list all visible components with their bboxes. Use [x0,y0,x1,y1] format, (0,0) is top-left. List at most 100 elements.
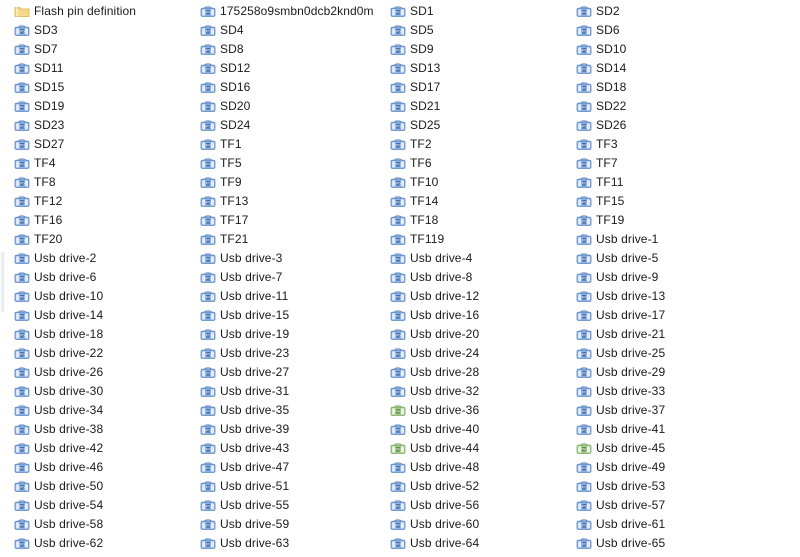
file-item[interactable]: JPG TF21 [190,230,380,249]
file-item[interactable]: JPG SD22 [568,97,800,116]
file-item[interactable]: JPG Usb drive-20 [380,325,568,344]
file-item[interactable]: JPG Usb drive-8 [380,268,568,287]
file-item[interactable]: JPG Usb drive-24 [380,344,568,363]
file-item[interactable]: JPG Usb drive-59 [190,515,380,534]
file-item[interactable]: JPG Usb drive-46 [0,458,190,477]
file-item[interactable]: JPG Usb drive-4 [380,249,568,268]
file-item[interactable]: JPG Usb drive-3 [190,249,380,268]
file-item[interactable]: JPG SD1 [380,2,568,21]
file-item[interactable]: JPG Usb drive-42 [0,439,190,458]
file-item[interactable]: JPG TF10 [380,173,568,192]
file-item[interactable]: JPG Usb drive-35 [190,401,380,420]
file-item[interactable]: JPG TF4 [0,154,190,173]
file-item[interactable]: JPG TF12 [0,192,190,211]
file-item[interactable]: JPG Usb drive-25 [568,344,800,363]
file-item[interactable]: JPG TF6 [380,154,568,173]
file-item[interactable]: JPG TF19 [568,211,800,230]
file-item[interactable]: JPG Usb drive-26 [0,363,190,382]
file-item[interactable]: JPG Usb drive-64 [380,534,568,553]
file-item[interactable]: JPG Usb drive-7 [190,268,380,287]
file-item[interactable]: JPG SD19 [0,97,190,116]
file-item[interactable]: JPG Usb drive-27 [190,363,380,382]
file-item[interactable]: JPG SD4 [190,21,380,40]
file-item[interactable]: JPG SD8 [190,40,380,59]
file-item[interactable]: JPG SD24 [190,116,380,135]
file-item[interactable]: PNG Usb drive-36 [380,401,568,420]
file-item[interactable]: JPG Usb drive-55 [190,496,380,515]
file-item[interactable]: PNG Usb drive-44 [380,439,568,458]
file-item[interactable]: JPG Usb drive-58 [0,515,190,534]
file-item[interactable]: JPG 175258o9smbn0dcb2knd0m [190,2,380,21]
file-item[interactable]: JPG TF8 [0,173,190,192]
file-item[interactable]: JPG SD26 [568,116,800,135]
file-item[interactable]: JPG TF3 [568,135,800,154]
file-item[interactable]: JPG SD3 [0,21,190,40]
file-item[interactable]: JPG Usb drive-53 [568,477,800,496]
file-item[interactable]: JPG TF13 [190,192,380,211]
file-item[interactable]: JPG TF2 [380,135,568,154]
file-item[interactable]: JPG Usb drive-43 [190,439,380,458]
file-item[interactable]: JPG SD11 [0,59,190,78]
file-item[interactable]: JPG SD27 [0,135,190,154]
file-item[interactable]: JPG SD5 [380,21,568,40]
file-item[interactable]: JPG Usb drive-61 [568,515,800,534]
file-item[interactable]: JPG SD7 [0,40,190,59]
file-item[interactable]: JPG Usb drive-57 [568,496,800,515]
file-item[interactable]: JPG SD17 [380,78,568,97]
file-item[interactable]: JPG TF17 [190,211,380,230]
file-item[interactable]: JPG Usb drive-48 [380,458,568,477]
file-item[interactable]: JPG SD6 [568,21,800,40]
file-item[interactable]: JPG SD10 [568,40,800,59]
file-item[interactable]: JPG Usb drive-15 [190,306,380,325]
file-item[interactable]: JPG TF5 [190,154,380,173]
folder-item[interactable]: Flash pin definition [0,2,190,21]
file-item[interactable]: JPG SD12 [190,59,380,78]
file-item[interactable]: JPG SD25 [380,116,568,135]
file-item[interactable]: JPG SD13 [380,59,568,78]
file-item[interactable]: JPG TF1 [190,135,380,154]
file-item[interactable]: JPG Usb drive-37 [568,401,800,420]
file-item[interactable]: JPG SD23 [0,116,190,135]
file-item[interactable]: JPG Usb drive-51 [190,477,380,496]
file-item[interactable]: JPG Usb drive-33 [568,382,800,401]
file-item[interactable]: JPG TF7 [568,154,800,173]
file-item[interactable]: JPG SD2 [568,2,800,21]
file-item[interactable]: JPG Usb drive-38 [0,420,190,439]
file-item[interactable]: JPG Usb drive-14 [0,306,190,325]
file-item[interactable]: JPG Usb drive-49 [568,458,800,477]
file-item[interactable]: JPG Usb drive-16 [380,306,568,325]
file-item[interactable]: JPG Usb drive-56 [380,496,568,515]
file-item[interactable]: JPG Usb drive-40 [380,420,568,439]
file-item[interactable]: JPG TF18 [380,211,568,230]
file-item[interactable]: JPG TF16 [0,211,190,230]
file-item[interactable]: JPG Usb drive-11 [190,287,380,306]
file-item[interactable]: JPG TF15 [568,192,800,211]
file-item[interactable]: JPG SD20 [190,97,380,116]
file-item[interactable]: JPG Usb drive-47 [190,458,380,477]
file-item[interactable]: JPG Usb drive-29 [568,363,800,382]
file-item[interactable]: JPG SD14 [568,59,800,78]
file-item[interactable]: JPG Usb drive-28 [380,363,568,382]
file-item[interactable]: JPG SD9 [380,40,568,59]
file-item[interactable]: JPG TF11 [568,173,800,192]
file-item[interactable]: JPG Usb drive-18 [0,325,190,344]
file-item[interactable]: JPG Usb drive-12 [380,287,568,306]
file-item[interactable]: JPG SD18 [568,78,800,97]
file-item[interactable]: JPG TF14 [380,192,568,211]
file-item[interactable]: JPG Usb drive-63 [190,534,380,553]
file-item[interactable]: JPG Usb drive-22 [0,344,190,363]
file-item[interactable]: JPG Usb drive-52 [380,477,568,496]
file-item[interactable]: JPG Usb drive-62 [0,534,190,553]
file-item[interactable]: JPG Usb drive-50 [0,477,190,496]
file-item[interactable]: JPG Usb drive-1 [568,230,800,249]
file-item[interactable]: JPG Usb drive-13 [568,287,800,306]
file-item[interactable]: JPG Usb drive-2 [0,249,190,268]
file-item[interactable]: JPG Usb drive-54 [0,496,190,515]
file-item[interactable]: JPG Usb drive-6 [0,268,190,287]
file-item[interactable]: JPG Usb drive-9 [568,268,800,287]
file-item[interactable]: JPG Usb drive-39 [190,420,380,439]
file-item[interactable]: JPG Usb drive-31 [190,382,380,401]
file-item[interactable]: JPG TF20 [0,230,190,249]
file-item[interactable]: JPG SD21 [380,97,568,116]
file-item[interactable]: JPG Usb drive-23 [190,344,380,363]
